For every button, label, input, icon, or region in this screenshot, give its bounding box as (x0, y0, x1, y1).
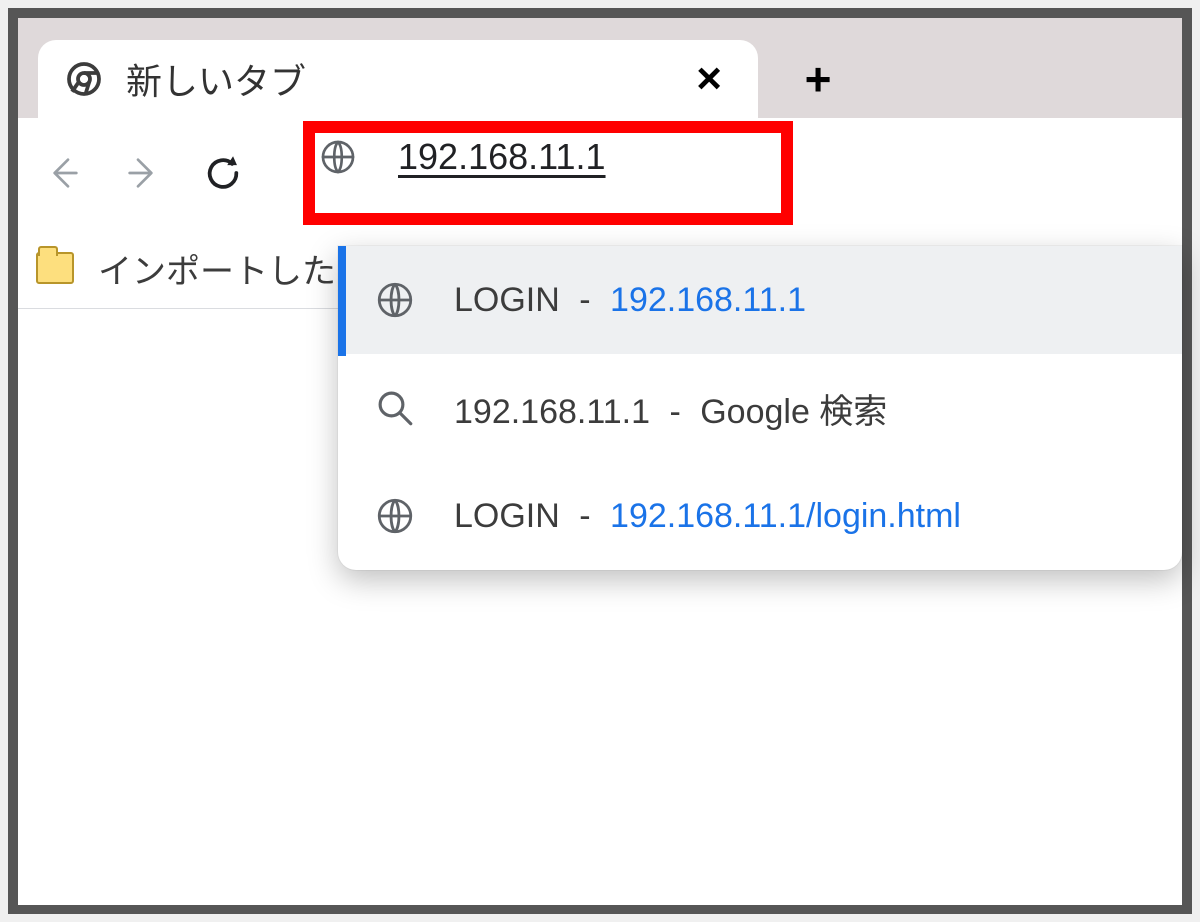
suggestion-row[interactable]: LOGIN - 192.168.11.1 (338, 246, 1182, 354)
toolbar: 192.168.11.1 (18, 118, 1182, 228)
refresh-icon (203, 153, 243, 193)
separator: - (570, 497, 600, 535)
suggestion-label: LOGIN - 192.168.11.1 (454, 281, 806, 320)
globe-icon (374, 495, 416, 537)
chrome-icon (66, 61, 102, 97)
suggestion-label: LOGIN - 192.168.11.1/login.html (454, 497, 961, 536)
separator: - (570, 281, 600, 319)
suggestion-row[interactable]: LOGIN - 192.168.11.1/login.html (338, 462, 1182, 570)
suggestion-row[interactable]: 192.168.11.1 - Google 検索 (338, 354, 1182, 462)
suggestion-title: LOGIN (454, 497, 560, 535)
suggestion-title: 192.168.11.1 (454, 393, 650, 431)
browser-window: 新しいタブ × + 192.168.11.1 インポートした (8, 8, 1192, 914)
suggestion-url: 192.168.11.1 (610, 281, 806, 319)
browser-tab[interactable]: 新しいタブ × (38, 40, 758, 118)
separator: - (660, 393, 690, 431)
suggestion-url: Google 検索 (700, 393, 887, 431)
arrow-left-icon (43, 153, 83, 193)
reload-button[interactable] (198, 148, 248, 198)
suggestion-title: LOGIN (454, 281, 560, 319)
close-tab-button[interactable]: × (688, 57, 730, 101)
arrow-right-icon (123, 153, 163, 193)
back-button[interactable] (38, 148, 88, 198)
globe-icon (374, 279, 416, 321)
omnibox-suggestions: LOGIN - 192.168.11.1192.168.11.1 - Googl… (338, 246, 1182, 570)
tab-strip: 新しいタブ × + (18, 18, 1182, 118)
forward-button[interactable] (118, 148, 168, 198)
address-bar[interactable]: 192.168.11.1 (318, 136, 606, 178)
globe-icon (318, 137, 358, 177)
suggestion-url: 192.168.11.1/login.html (610, 497, 961, 535)
tab-title: 新しいタブ (126, 53, 688, 105)
folder-icon (36, 252, 74, 284)
address-bar-text[interactable]: 192.168.11.1 (398, 136, 606, 178)
bookmark-folder-imported[interactable]: インポートした (98, 244, 336, 293)
search-icon (374, 387, 416, 429)
new-tab-button[interactable]: + (788, 40, 848, 118)
suggestion-label: 192.168.11.1 - Google 検索 (454, 384, 887, 433)
